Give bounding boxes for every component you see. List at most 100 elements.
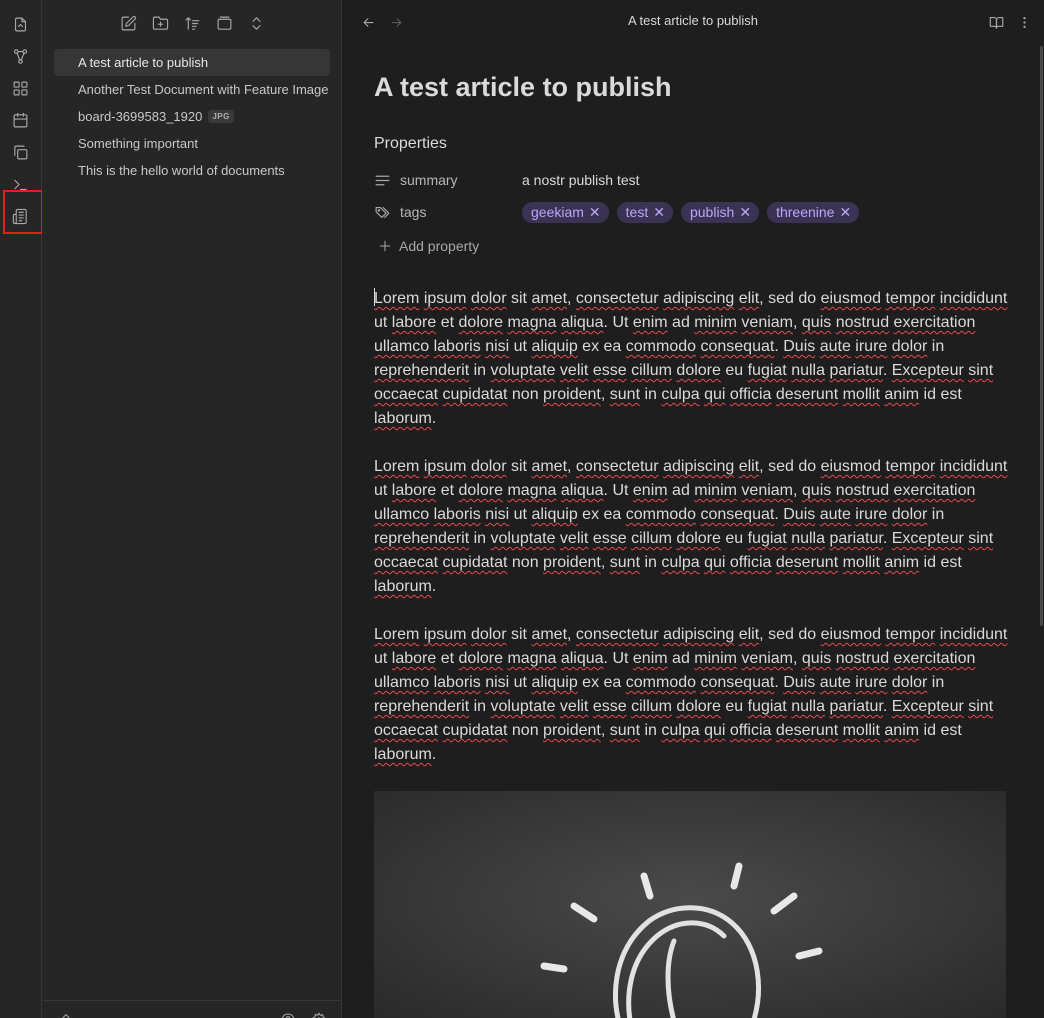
misspelled-word[interactable]: irure <box>855 338 887 355</box>
body-paragraph[interactable]: Lorem ipsum dolor sit amet, consectetur … <box>374 287 1008 431</box>
misspelled-word[interactable]: deserunt <box>776 722 838 739</box>
misspelled-word[interactable]: esse <box>593 698 627 715</box>
misspelled-word[interactable]: fugiat <box>748 362 787 379</box>
misspelled-word[interactable]: dolore <box>676 362 720 379</box>
misspelled-word[interactable]: aute <box>820 338 851 355</box>
misspelled-word[interactable]: elit <box>739 458 759 475</box>
misspelled-word[interactable]: eiusmod <box>821 626 881 643</box>
misspelled-word[interactable]: dolor <box>892 506 928 523</box>
misspelled-word[interactable]: ipsum <box>424 290 467 307</box>
misspelled-word[interactable]: anim <box>884 554 919 571</box>
misspelled-word[interactable]: Lorem <box>374 458 419 475</box>
misspelled-word[interactable]: eiusmod <box>821 458 881 475</box>
tag-pill[interactable]: publish ✕ <box>680 201 760 223</box>
misspelled-word[interactable]: aute <box>820 674 851 691</box>
misspelled-word[interactable]: irure <box>855 674 887 691</box>
misspelled-word[interactable]: sint <box>968 362 993 379</box>
property-value-summary[interactable]: a nostr publish test <box>522 172 640 188</box>
misspelled-word[interactable]: occaecat <box>374 554 438 571</box>
misspelled-word[interactable]: velit <box>560 530 588 547</box>
misspelled-word[interactable]: sunt <box>610 386 640 403</box>
misspelled-word[interactable]: Lorem <box>374 290 419 307</box>
misspelled-word[interactable]: aliquip <box>531 338 577 355</box>
tag-pill[interactable]: test ✕ <box>616 201 673 223</box>
misspelled-word[interactable]: ullamco <box>374 338 429 355</box>
misspelled-word[interactable]: minim <box>694 650 737 667</box>
misspelled-word[interactable]: ipsum <box>424 626 467 643</box>
misspelled-word[interactable]: qui <box>704 386 725 403</box>
misspelled-word[interactable]: voluptate <box>491 698 556 715</box>
misspelled-word[interactable]: laborum <box>374 578 432 595</box>
file-item-hello-world[interactable]: This is the hello world of documents <box>54 157 330 184</box>
misspelled-word[interactable]: qui <box>704 554 725 571</box>
misspelled-word[interactable]: reprehenderit <box>374 530 469 547</box>
misspelled-word[interactable]: esse <box>593 530 627 547</box>
misspelled-word[interactable]: magna <box>507 314 556 331</box>
misspelled-word[interactable]: nostrud <box>836 314 889 331</box>
misspelled-word[interactable]: exercitation <box>894 482 976 499</box>
misspelled-word[interactable]: consectetur <box>576 626 659 643</box>
misspelled-word[interactable]: veniam <box>741 482 793 499</box>
misspelled-word[interactable]: Duis <box>783 506 815 523</box>
misspelled-word[interactable]: dolor <box>471 458 507 475</box>
misspelled-word[interactable]: tempor <box>886 458 936 475</box>
misspelled-word[interactable]: incididunt <box>940 290 1008 307</box>
body-paragraph[interactable]: Lorem ipsum dolor sit amet, consectetur … <box>374 455 1008 599</box>
forward-button[interactable] <box>386 12 406 32</box>
misspelled-word[interactable]: labore <box>392 482 436 499</box>
misspelled-word[interactable]: occaecat <box>374 386 438 403</box>
misspelled-word[interactable]: quis <box>802 650 831 667</box>
misspelled-word[interactable]: mollit <box>843 554 880 571</box>
file-item-something-important[interactable]: Something important <box>54 130 330 157</box>
misspelled-word[interactable]: nisi <box>485 338 509 355</box>
misspelled-word[interactable]: mollit <box>843 386 880 403</box>
misspelled-word[interactable]: eiusmod <box>821 290 881 307</box>
misspelled-word[interactable]: dolore <box>459 482 503 499</box>
misspelled-word[interactable]: consequat <box>700 506 774 523</box>
canvas-button[interactable] <box>9 77 31 99</box>
properties-heading[interactable]: Properties <box>374 135 447 153</box>
misspelled-word[interactable]: ullamco <box>374 674 429 691</box>
graph-view-button[interactable] <box>9 45 31 67</box>
misspelled-word[interactable]: nostrud <box>836 482 889 499</box>
remove-tag-icon[interactable]: ✕ <box>739 204 751 221</box>
misspelled-word[interactable]: deserunt <box>776 554 838 571</box>
misspelled-word[interactable]: culpa <box>661 722 699 739</box>
vault-switcher-icon[interactable] <box>58 1012 74 1018</box>
file-item-board-image[interactable]: board-3699583_1920 JPG <box>54 103 330 130</box>
misspelled-word[interactable]: tempor <box>886 626 936 643</box>
misspelled-word[interactable]: commodo <box>626 506 696 523</box>
property-key[interactable]: tags <box>374 204 522 221</box>
misspelled-word[interactable]: tempor <box>886 290 936 307</box>
misspelled-word[interactable]: culpa <box>661 554 699 571</box>
misspelled-word[interactable]: labore <box>392 650 436 667</box>
misspelled-word[interactable]: enim <box>633 650 668 667</box>
misspelled-word[interactable]: dolor <box>471 290 507 307</box>
misspelled-word[interactable]: pariatur <box>829 362 882 379</box>
misspelled-word[interactable]: cillum <box>631 530 672 547</box>
help-icon[interactable] <box>280 1012 296 1018</box>
misspelled-word[interactable]: Excepteur <box>892 530 964 547</box>
misspelled-word[interactable]: aliqua <box>561 314 604 331</box>
misspelled-word[interactable]: aliqua <box>561 650 604 667</box>
misspelled-word[interactable]: sint <box>968 698 993 715</box>
misspelled-word[interactable]: dolor <box>471 626 507 643</box>
misspelled-word[interactable]: Lorem <box>374 626 419 643</box>
misspelled-word[interactable]: veniam <box>741 650 793 667</box>
misspelled-word[interactable]: officia <box>730 554 772 571</box>
misspelled-word[interactable]: adipiscing <box>663 458 734 475</box>
misspelled-word[interactable]: laborum <box>374 746 432 763</box>
misspelled-word[interactable]: reprehenderit <box>374 362 469 379</box>
misspelled-word[interactable]: anim <box>884 722 919 739</box>
misspelled-word[interactable]: amet <box>531 458 567 475</box>
misspelled-word[interactable]: nisi <box>485 674 509 691</box>
misspelled-word[interactable]: nulla <box>791 530 825 547</box>
misspelled-word[interactable]: cupidatat <box>443 386 508 403</box>
misspelled-word[interactable]: consequat <box>700 338 774 355</box>
remove-tag-icon[interactable]: ✕ <box>653 204 665 221</box>
open-quick-switcher-button[interactable] <box>9 13 31 35</box>
misspelled-word[interactable]: aute <box>820 506 851 523</box>
misspelled-word[interactable]: aliquip <box>531 506 577 523</box>
misspelled-word[interactable]: cillum <box>631 362 672 379</box>
misspelled-word[interactable]: laborum <box>374 410 432 427</box>
